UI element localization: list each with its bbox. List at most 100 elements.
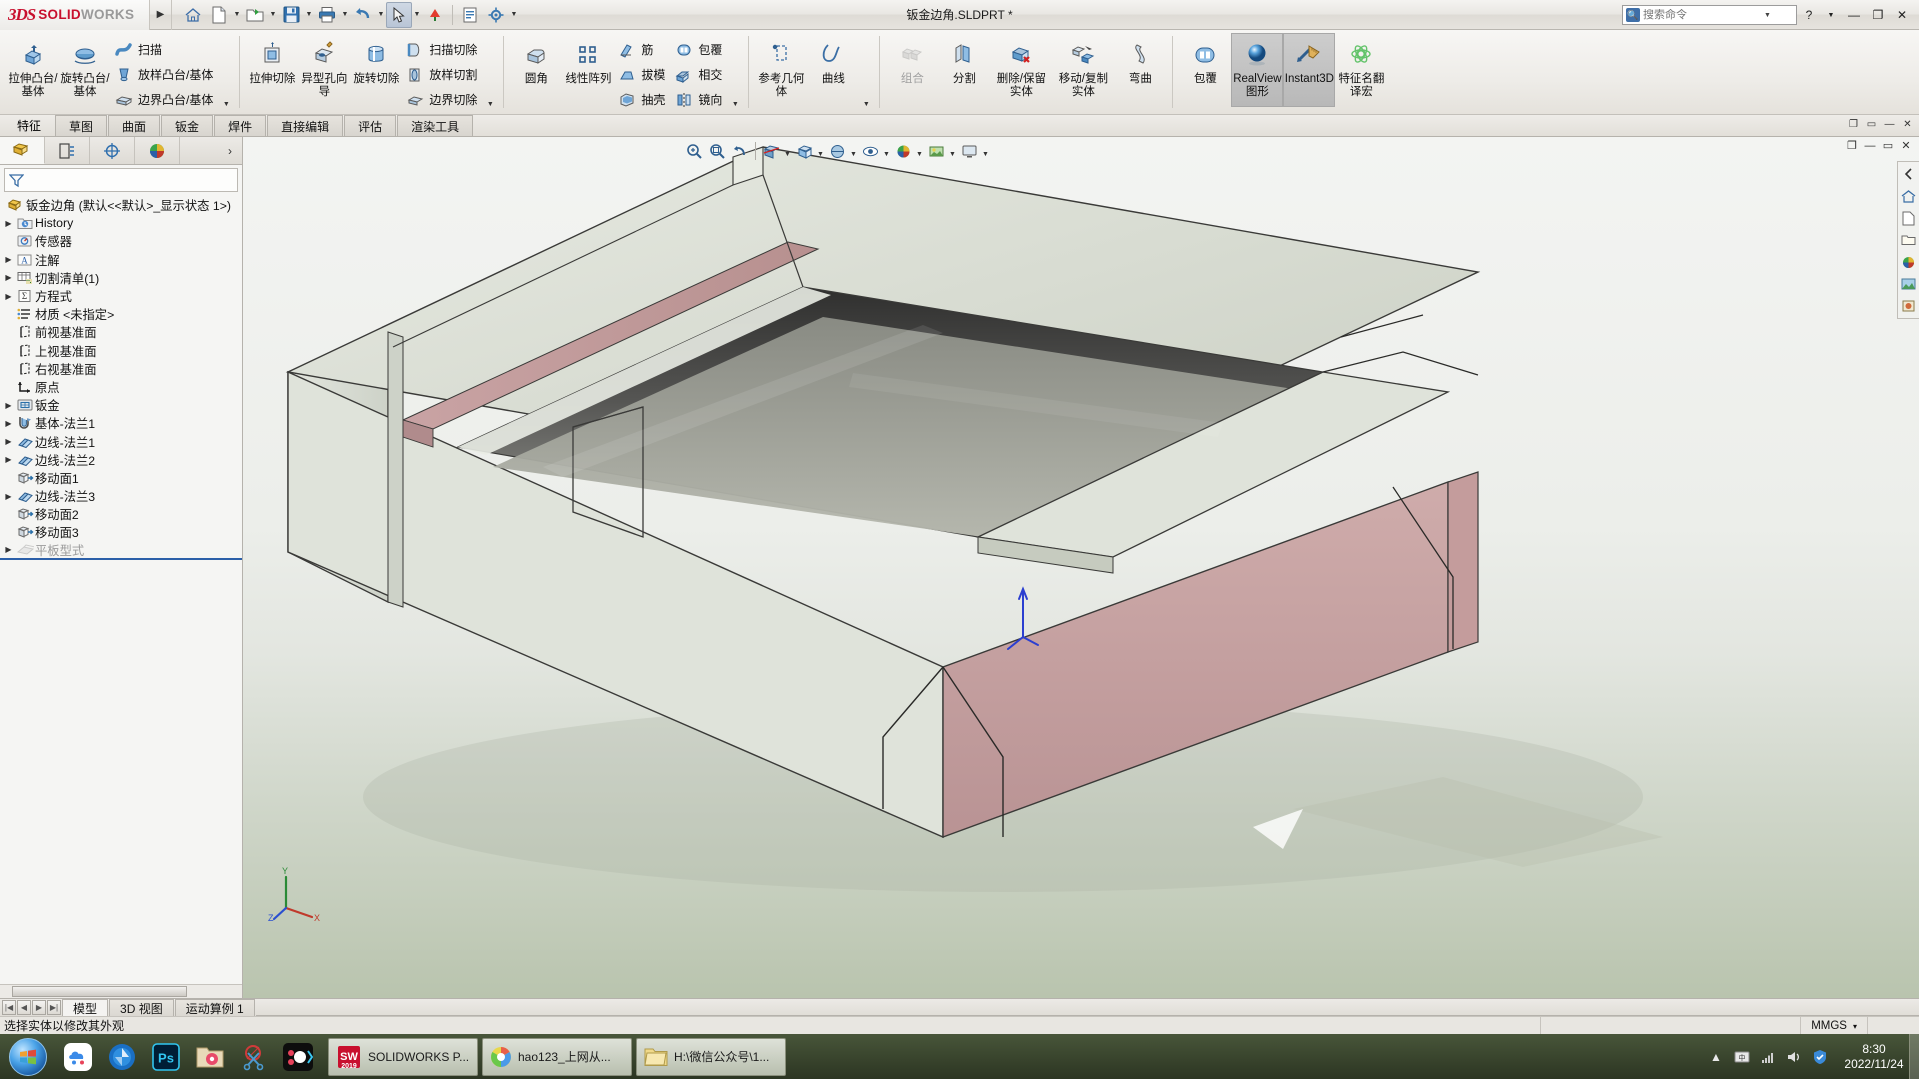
network-icon[interactable] <box>1759 1048 1777 1066</box>
tab-features[interactable]: 特征 <box>4 115 54 136</box>
help-icon[interactable]: ? <box>1799 4 1819 26</box>
save-dropdown-icon[interactable]: ▼ <box>304 2 314 28</box>
view-settings-icon[interactable] <box>958 140 980 162</box>
help-dropdown-icon[interactable]: ▼ <box>1821 4 1841 26</box>
tree-expand-arrow-icon[interactable]: ▶ <box>2 455 15 464</box>
cmd-maximize-icon[interactable]: ▭ <box>1864 117 1879 132</box>
shell-button[interactable]: 抽壳 <box>614 87 671 112</box>
view-orientation-dropdown-icon[interactable]: ▼ <box>816 140 825 162</box>
media-folder-icon[interactable] <box>190 1037 230 1077</box>
first-tab-button[interactable]: |◀ <box>2 1000 16 1015</box>
flex-button[interactable]: 弯曲 <box>1114 33 1166 107</box>
swept-cut-button[interactable]: 扫描切除 <box>402 37 483 62</box>
tree-expand-arrow-icon[interactable]: ▶ <box>2 273 15 282</box>
home-icon[interactable] <box>180 2 206 28</box>
modify-group-dropdown[interactable]: ▼ <box>728 33 742 111</box>
menu-expand-arrow-icon[interactable]: ▶ <box>150 0 172 30</box>
tree-item[interactable]: 前视基准面 <box>0 323 242 341</box>
tree-item[interactable]: 钣金边角 (默认<<默认>_显示状态 1>) <box>0 196 242 214</box>
tree-item[interactable]: 移动面2 <box>0 505 242 523</box>
volume-icon[interactable] <box>1785 1048 1803 1066</box>
curves-button[interactable]: 曲线 <box>807 33 859 107</box>
options-dropdown-icon[interactable]: ▼ <box>509 2 519 28</box>
tree-item[interactable]: 原点 <box>0 378 242 396</box>
draft-button[interactable]: 拔模 <box>614 62 671 87</box>
tree-item[interactable]: 右视基准面 <box>0 360 242 378</box>
print-dropdown-icon[interactable]: ▼ <box>340 2 350 28</box>
select-dropdown-icon[interactable]: ▼ <box>412 2 422 28</box>
units-dropdown-icon[interactable]: ▾ <box>1853 1022 1857 1031</box>
hide-show-dropdown-icon[interactable]: ▼ <box>882 140 891 162</box>
search-dropdown-icon[interactable]: ▼ <box>1764 12 1771 19</box>
intersect-button[interactable]: 相交 <box>671 62 728 87</box>
mirror-button[interactable]: 镜向 <box>671 87 728 112</box>
undo-icon[interactable] <box>350 2 376 28</box>
tree-item[interactable]: ▶ Σ 方程式 <box>0 287 242 305</box>
section-view-dropdown-icon[interactable]: ▼ <box>783 140 792 162</box>
tree-horizontal-scrollbar[interactable] <box>0 984 242 998</box>
fillet-button[interactable]: 圆角 <box>510 33 562 107</box>
tab-model[interactable]: 模型 <box>62 999 109 1016</box>
combine-button[interactable]: 组合 <box>886 33 938 107</box>
wrap2-button[interactable]: 包覆 <box>1179 33 1231 107</box>
cmd-close-icon[interactable]: ✕ <box>1900 117 1915 132</box>
tree-expand-arrow-icon[interactable]: ▶ <box>2 492 15 501</box>
instant3d-button[interactable]: Instant3D <box>1283 33 1336 107</box>
tree-item[interactable]: 移动面1 <box>0 469 242 487</box>
search-commands-box[interactable]: 🔍 ▼ <box>1622 5 1797 25</box>
tab-surfaces[interactable]: 曲面 <box>108 115 161 136</box>
camera-shutter-icon[interactable] <box>102 1037 142 1077</box>
ime-icon[interactable]: 中 <box>1733 1048 1751 1066</box>
select-cursor-icon[interactable] <box>386 1 412 28</box>
tree-item[interactable]: ▶ A 注解 <box>0 251 242 269</box>
minimize-button[interactable]: — <box>1843 4 1865 26</box>
tree-item[interactable]: 移动面3 <box>0 523 242 541</box>
tree-item[interactable]: ▶ 边线-法兰1 <box>0 432 242 450</box>
tree-expand-arrow-icon[interactable]: ▶ <box>2 437 15 446</box>
tree-item[interactable]: ▶ 切割清单(1) <box>0 269 242 287</box>
rebuild-icon[interactable] <box>422 2 448 28</box>
obs-icon[interactable] <box>278 1037 318 1077</box>
tree-expand-arrow-icon[interactable]: ▶ <box>2 219 15 228</box>
move-copy-body-button[interactable]: 移动/复制实体 <box>1052 33 1114 107</box>
feature-tree-filter[interactable] <box>4 168 238 192</box>
tab-direct-editing[interactable]: 直接编辑 <box>267 115 344 136</box>
sheet-metal-model[interactable] <box>243 137 1919 998</box>
tab-render-tools[interactable]: 渲染工具 <box>397 115 474 136</box>
tree-item[interactable]: ▶ 边线-法兰2 <box>0 451 242 469</box>
feature-manager-tab[interactable] <box>0 137 45 164</box>
browser-task[interactable]: hao123_上网从... <box>482 1037 632 1076</box>
zoom-to-fit-icon[interactable] <box>683 140 705 162</box>
options-gear-icon[interactable] <box>483 2 509 28</box>
rib-button[interactable]: 筋 <box>614 37 671 62</box>
realview-graphics-button[interactable]: RealView 图形 <box>1231 33 1284 107</box>
tree-item[interactable]: ▶ 平板型式 <box>0 542 242 560</box>
hide-show-items-icon[interactable] <box>859 140 881 162</box>
last-tab-button[interactable]: ▶| <box>47 1000 61 1015</box>
photoshop-icon[interactable]: Ps <box>146 1037 186 1077</box>
appearance-dropdown-icon[interactable]: ▼ <box>915 140 924 162</box>
cmd-minimize-icon[interactable]: — <box>1882 117 1897 132</box>
show-desktop-button[interactable] <box>1909 1034 1919 1079</box>
display-manager-tab[interactable] <box>135 137 180 164</box>
units-indicator[interactable]: MMGS ▾ <box>1800 1017 1867 1035</box>
feature-tree[interactable]: 钣金边角 (默认<<默认>_显示状态 1>) ▶ History 传感器 ▶ A 注解 ▶ 切割… <box>0 192 242 984</box>
tree-item[interactable]: 传感器 <box>0 232 242 250</box>
restore-button[interactable]: ❐ <box>1867 4 1889 26</box>
apply-scene-icon[interactable] <box>925 140 947 162</box>
sweep-button[interactable]: 扫描 <box>111 37 219 62</box>
tree-expand-arrow-icon[interactable]: ▶ <box>2 292 15 301</box>
undo-dropdown-icon[interactable]: ▼ <box>376 2 386 28</box>
delete-keep-body-button[interactable]: 删除/保留实体 <box>990 33 1052 107</box>
lofted-cut-button[interactable]: 放样切割 <box>402 62 483 87</box>
previous-view-icon[interactable] <box>729 140 751 162</box>
tree-expand-arrow-icon[interactable]: ▶ <box>2 401 15 410</box>
revolve-cut-button[interactable]: 旋转切除 <box>350 33 402 107</box>
open-dropdown-icon[interactable]: ▼ <box>268 2 278 28</box>
tab-motion-study[interactable]: 运动算例 1 <box>174 999 255 1016</box>
baidu-netdisk-icon[interactable] <box>58 1037 98 1077</box>
display-style-icon[interactable] <box>826 140 848 162</box>
reference-geometry-button[interactable]: 参考几何体 <box>755 33 807 107</box>
snip-tool-icon[interactable] <box>234 1037 274 1077</box>
taskbar-clock[interactable]: 8:30 2022/11/24 <box>1837 1042 1911 1072</box>
